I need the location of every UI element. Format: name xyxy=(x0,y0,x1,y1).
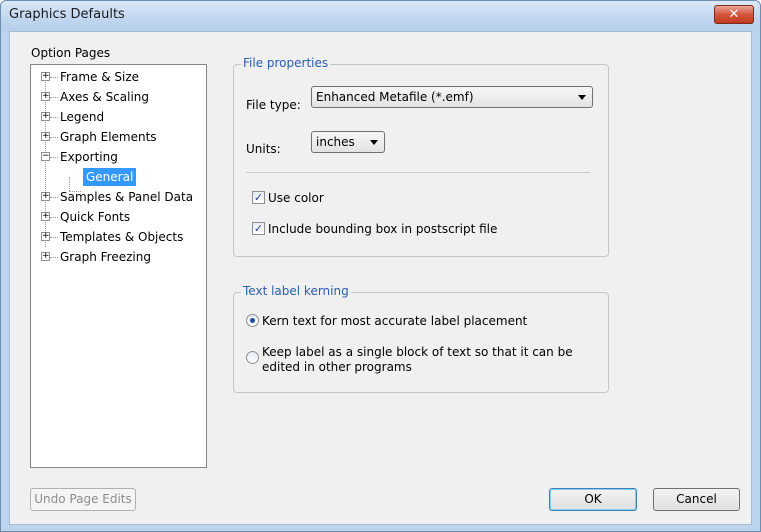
expand-icon[interactable]: + xyxy=(41,112,50,121)
single-block-radio[interactable] xyxy=(246,351,259,364)
single-block-label-line2[interactable]: edited in other programs xyxy=(262,360,412,374)
close-icon: ✕ xyxy=(728,7,740,22)
kern-text-label[interactable]: Kern text for most accurate label placem… xyxy=(262,314,527,328)
radio-selected-dot xyxy=(250,318,255,323)
file-type-value: Enhanced Metafile (*.emf) xyxy=(316,90,474,104)
expand-icon[interactable]: + xyxy=(41,132,50,141)
tree-connector xyxy=(45,77,46,247)
tree-item-label: Templates & Objects xyxy=(60,230,184,244)
use-color-label[interactable]: Use color xyxy=(268,191,324,205)
tree-item-label: General xyxy=(83,168,137,186)
units-select[interactable]: inches xyxy=(311,131,385,153)
chevron-down-icon xyxy=(578,95,586,100)
expand-icon[interactable]: + xyxy=(41,252,50,261)
chevron-down-icon xyxy=(370,140,378,145)
tree-item-label: Frame & Size xyxy=(60,70,140,84)
tree-item-label: Axes & Scaling xyxy=(60,90,150,104)
tree-item-label: Quick Fonts xyxy=(60,210,131,224)
tree-item-label: Samples & Panel Data xyxy=(60,190,194,204)
cancel-button[interactable]: Cancel xyxy=(653,488,740,511)
collapse-icon[interactable]: − xyxy=(41,152,50,161)
expand-icon[interactable]: + xyxy=(41,72,50,81)
text-label-kerning-legend: Text label kerning xyxy=(241,284,351,298)
use-color-checkbox[interactable]: ✓ xyxy=(252,191,265,204)
expand-icon[interactable]: + xyxy=(41,212,50,221)
file-type-select[interactable]: Enhanced Metafile (*.emf) xyxy=(311,86,593,108)
title-bar: Graphics Defaults ✕ xyxy=(1,1,760,31)
tree-item-label: Exporting xyxy=(60,150,118,164)
option-pages-tree[interactable]: + Frame & Size + Axes & Scaling + Legend… xyxy=(30,64,207,468)
kern-text-radio[interactable] xyxy=(246,314,259,327)
ok-button[interactable]: OK xyxy=(549,488,637,511)
close-button[interactable]: ✕ xyxy=(714,5,754,24)
undo-page-edits-button[interactable]: Undo Page Edits xyxy=(30,488,136,511)
bounding-box-label[interactable]: Include bounding box in postscript file xyxy=(268,222,497,236)
dialog-body: Option Pages + Frame & Size + Axes & Sca… xyxy=(9,31,752,525)
window-title: Graphics Defaults xyxy=(9,7,125,22)
units-label: Units: xyxy=(246,142,281,156)
dialog-window: Graphics Defaults ✕ Option Pages + Frame… xyxy=(0,0,761,532)
text-label-kerning-group xyxy=(233,292,609,393)
file-properties-legend: File properties xyxy=(241,56,331,70)
expand-icon[interactable]: + xyxy=(41,192,50,201)
expand-icon[interactable]: + xyxy=(41,92,50,101)
single-block-label-line1[interactable]: Keep label as a single block of text so … xyxy=(262,345,573,359)
tree-item-label: Graph Freezing xyxy=(60,250,151,264)
tree-item-label: Legend xyxy=(60,110,105,124)
units-value: inches xyxy=(316,135,355,149)
expand-icon[interactable]: + xyxy=(41,232,50,241)
tree-item-label: Graph Elements xyxy=(60,130,157,144)
separator xyxy=(246,172,590,173)
bounding-box-checkbox[interactable]: ✓ xyxy=(252,222,265,235)
option-pages-label: Option Pages xyxy=(31,46,111,60)
file-type-label: File type: xyxy=(246,98,301,112)
